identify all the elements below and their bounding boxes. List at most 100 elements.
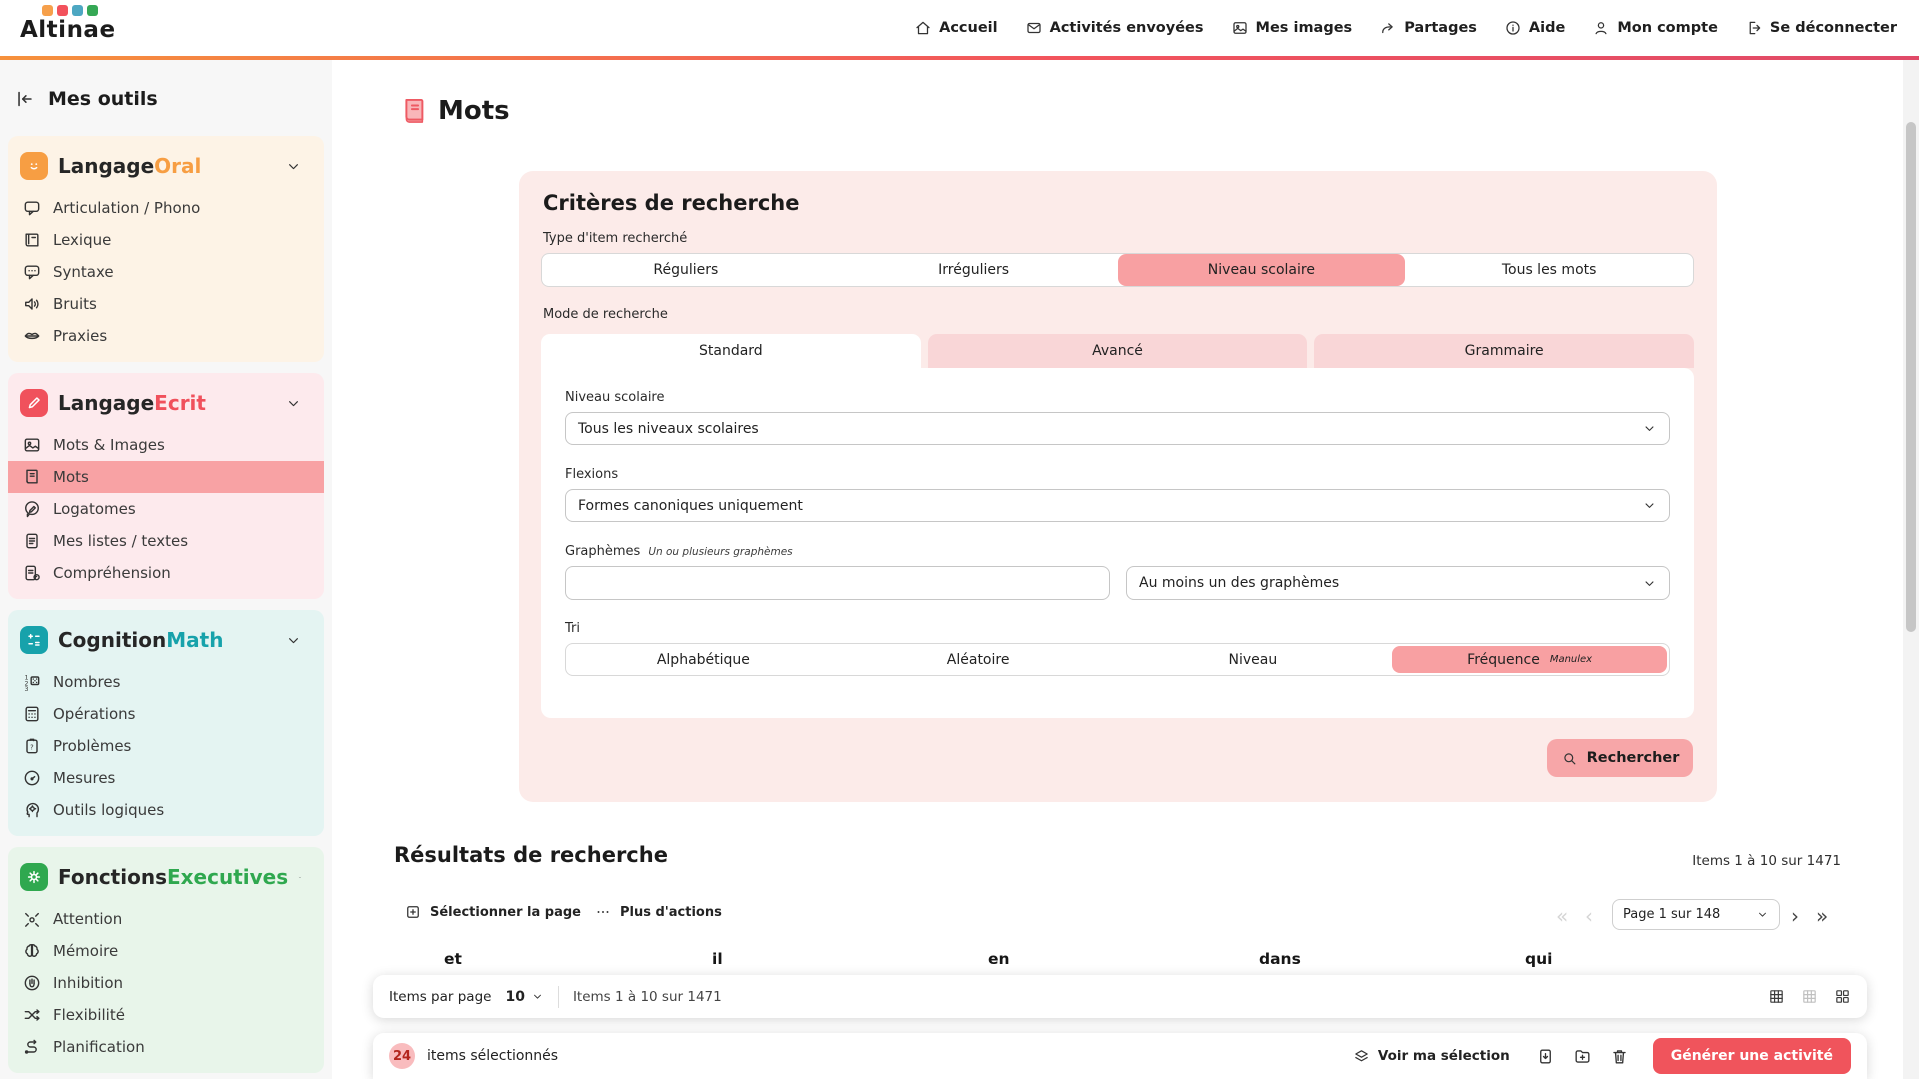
flexions-select[interactable]: Formes canoniques uniquement [565,489,1670,522]
sidebar-item-bruits[interactable]: Bruits [8,288,324,320]
sort-option-frequence[interactable]: Fréquence Manulex [1392,646,1667,673]
view-selection-button[interactable]: Voir ma sélection [1353,1048,1510,1065]
sidebar-item-label: Compréhension [53,564,171,582]
chevron-down-icon[interactable] [285,158,302,175]
sidebar-item-syntaxe[interactable]: Syntaxe [8,256,324,288]
item-type-option-irreguliers[interactable]: Irréguliers [830,254,1118,286]
nav-logout-label: Se déconnecter [1770,20,1897,36]
selection-count-badge: 24 [389,1043,415,1069]
trash-icon[interactable] [1610,1047,1629,1066]
sidebar-item-outils-logiques[interactable]: Outils logiques [8,794,324,826]
card-grid-view-icon[interactable] [1834,988,1851,1005]
sort-option-aleatoire[interactable]: Aléatoire [841,644,1116,675]
section-title-accent: Math [166,628,223,652]
pagination-last-button[interactable]: » [1816,901,1828,931]
sort-option-niveau[interactable]: Niveau [1116,644,1391,675]
section-title-accent: Ecrit [154,391,206,415]
item-type-option-tous-les-mots[interactable]: Tous les mots [1405,254,1693,286]
page-title: Mots [438,96,510,126]
result-word[interactable]: dans [1259,950,1301,968]
sidebar-item-memoire[interactable]: Mémoire [8,935,324,967]
graphemes-mode-select[interactable]: Au moins un des graphèmes [1126,566,1670,600]
vertical-scrollbar-track[interactable] [1903,60,1919,1079]
sidebar-item-label: Mesures [53,769,115,787]
item-type-option-niveau-scolaire[interactable]: Niveau scolaire [1118,254,1406,286]
generate-activity-button[interactable]: Générer une activité [1653,1038,1851,1074]
sidebar-item-praxies[interactable]: Praxies [8,320,324,352]
sidebar-item-attention[interactable]: Attention [8,903,324,935]
item-type-segmented-control: Réguliers Irréguliers Niveau scolaire To… [541,253,1694,287]
pagination-first-button[interactable]: « [1556,901,1568,931]
table-view-icon[interactable] [1768,988,1785,1005]
result-word[interactable]: il [712,950,723,968]
collapse-sidebar-icon[interactable] [14,88,36,110]
sidebar-item-label: Mots & Images [53,436,165,454]
result-word[interactable]: qui [1525,950,1552,968]
sidebar-item-comprehension[interactable]: Compréhension [8,557,324,589]
nav-home[interactable]: Accueil [914,19,998,37]
sidebar-item-nombres[interactable]: 123 Nombres [8,666,324,698]
compact-grid-view-icon[interactable] [1801,988,1818,1005]
section-cognition-math-header[interactable]: CognitionMath [8,620,324,666]
sidebar-item-label: Praxies [53,327,107,345]
sidebar-item-logatomes[interactable]: Logatomes [8,493,324,525]
sidebar-item-mes-listes-textes[interactable]: Mes listes / textes [8,525,324,557]
more-actions-button[interactable]: Plus d'actions [594,903,722,921]
nav-shares[interactable]: Partages [1379,19,1477,37]
pagination-next-button[interactable]: › [1791,901,1799,931]
document-question-icon [22,563,42,583]
item-type-option-reguliers[interactable]: Réguliers [542,254,830,286]
sidebar-item-lexique[interactable]: Lexique [8,224,324,256]
chevron-down-icon[interactable] [285,395,302,412]
section-fonctions-executives-header[interactable]: FonctionsExecutives [8,857,324,903]
chevron-down-icon [1642,576,1657,591]
school-level-select[interactable]: Tous les niveaux scolaires [565,412,1670,445]
sidebar-item-mots[interactable]: Mots [8,461,324,493]
nav-sent-activities[interactable]: Activités envoyées [1025,19,1204,37]
section-langage-ecrit-header[interactable]: LangageEcrit [8,383,324,429]
nav-account[interactable]: Mon compte [1592,19,1718,37]
application-window: Altinae Accueil Activités envoyées Mes i… [0,0,1919,1079]
sidebar-item-label: Mémoire [53,942,118,960]
pagination-page-select[interactable]: Page 1 sur 148 [1612,899,1780,930]
shuffle-icon [22,1005,42,1025]
sidebar-item-mots-images[interactable]: Mots & Images [8,429,324,461]
import-selection-icon[interactable] [1536,1047,1555,1066]
graphemes-input[interactable] [565,566,1110,600]
nav-help[interactable]: Aide [1504,19,1565,37]
sidebar-item-mesures[interactable]: Mesures [8,762,324,794]
sidebar-item-articulation-phono[interactable]: Articulation / Phono [8,192,324,224]
search-button[interactable]: Rechercher [1547,739,1693,777]
add-to-folder-icon[interactable] [1573,1047,1592,1066]
sidebar-item-inhibition[interactable]: Inhibition [8,967,324,999]
tab-grammaire[interactable]: Grammaire [1314,334,1694,368]
brand-logo[interactable]: Altinae [20,5,116,43]
sidebar-item-label: Bruits [53,295,97,313]
nav-sent-activities-label: Activités envoyées [1050,20,1204,36]
sidebar-item-operations[interactable]: Opérations [8,698,324,730]
nav-my-images[interactable]: Mes images [1231,19,1353,37]
sidebar-item-planification[interactable]: Planification [8,1031,324,1063]
select-page-button[interactable]: Sélectionner la page [404,903,581,921]
per-page-select[interactable]: 10 [505,989,543,1005]
chevron-down-icon[interactable] [285,632,302,649]
result-word[interactable]: et [444,950,462,968]
pagination-prev-button[interactable]: ‹ [1585,901,1593,931]
sort-option-alphabetique[interactable]: Alphabétique [566,644,841,675]
nav-logout[interactable]: Se déconnecter [1745,19,1897,37]
hand-stop-icon [22,973,42,993]
pagination-page-label: Page 1 sur 148 [1623,907,1756,922]
selection-bar: 24 items sélectionnés Voir ma sélection … [373,1033,1867,1079]
tab-standard[interactable]: Standard [541,334,921,368]
section-title: Langage [58,154,154,178]
sidebar-item-label: Mots [53,468,89,486]
sidebar-item-flexibilite[interactable]: Flexibilité [8,999,324,1031]
vertical-scrollbar-thumb[interactable] [1906,122,1916,632]
section-langage-oral-header[interactable]: LangageOral [8,146,324,192]
head-gear-icon [22,800,42,820]
chevron-down-icon[interactable] [298,869,302,886]
per-page-bar: Items par page 10 Items 1 à 10 sur 1471 [373,975,1867,1018]
tab-avance[interactable]: Avancé [928,334,1308,368]
result-word[interactable]: en [988,950,1010,968]
sidebar-item-problemes[interactable]: ? Problèmes [8,730,324,762]
